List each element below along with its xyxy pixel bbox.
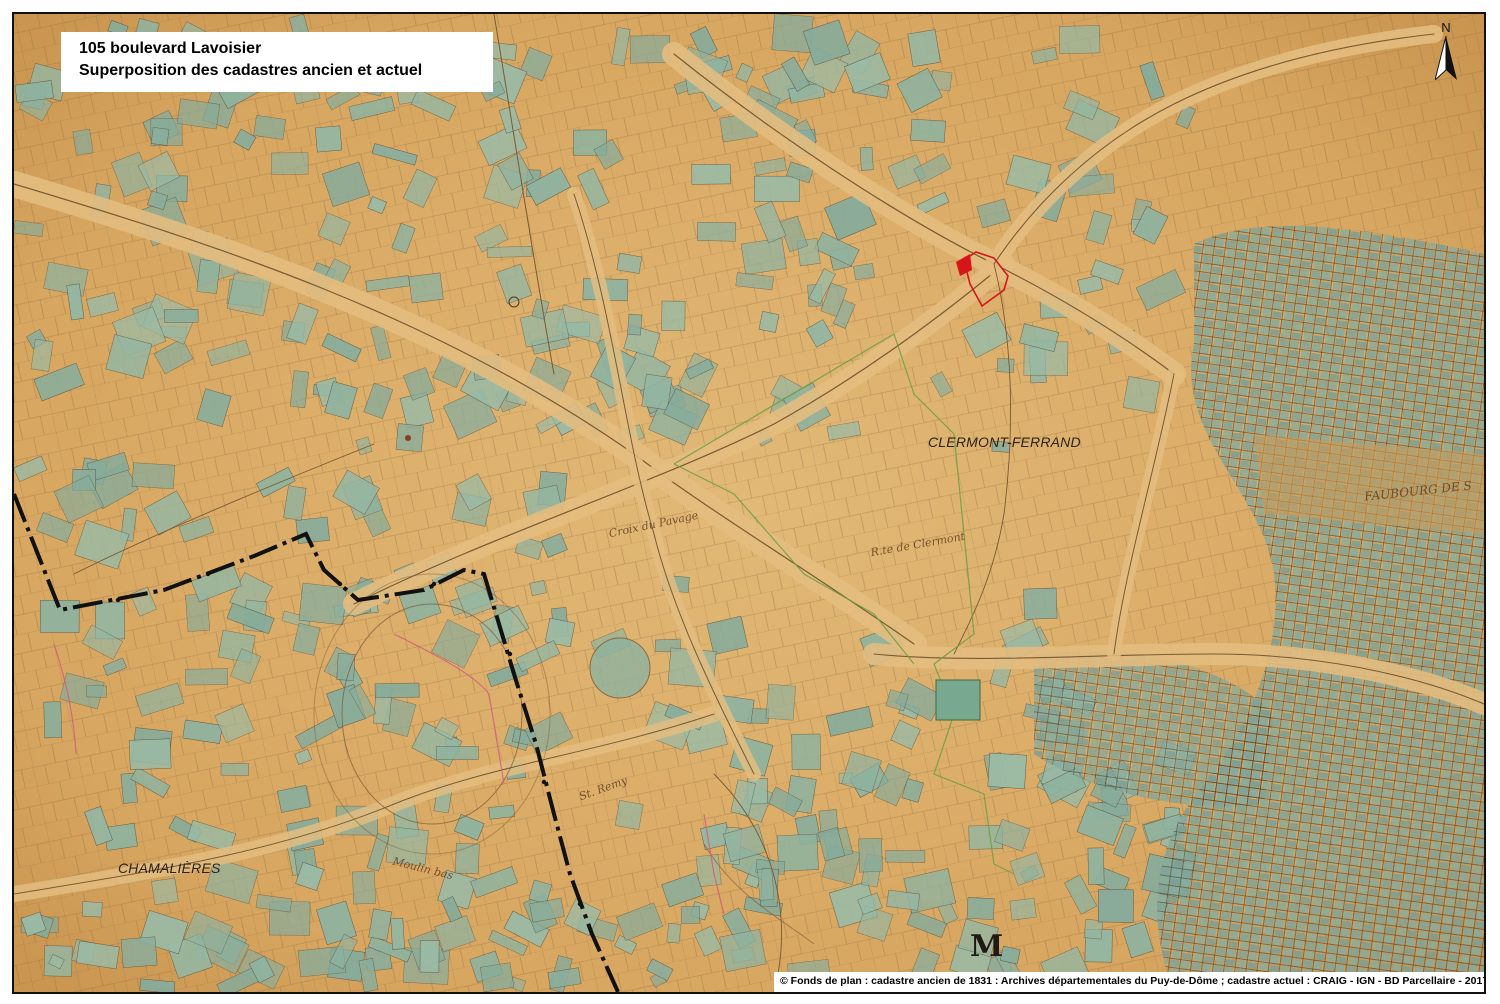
- building: [390, 917, 405, 950]
- building: [966, 897, 995, 920]
- place-label-clermont: CLERMONT-FERRAND: [928, 434, 1081, 450]
- building: [791, 733, 821, 770]
- building: [616, 252, 643, 274]
- building: [86, 685, 107, 698]
- building: [419, 940, 440, 973]
- building: [666, 922, 682, 944]
- building: [151, 877, 179, 906]
- building: [1122, 375, 1161, 414]
- title-box: 105 boulevard Lavoisier Superposition de…: [61, 32, 493, 92]
- title-line-2: Superposition des cadastres ancien et ac…: [79, 62, 423, 79]
- building: [910, 118, 946, 143]
- north-letter: N: [1441, 20, 1451, 35]
- building: [754, 175, 800, 202]
- building: [641, 373, 673, 411]
- building: [408, 272, 444, 304]
- building: [120, 936, 158, 968]
- building: [150, 127, 170, 146]
- building: [765, 683, 796, 721]
- building: [271, 152, 309, 175]
- building: [757, 868, 775, 901]
- building: [314, 125, 343, 153]
- building: [695, 854, 722, 888]
- north-arrow-icon: [1435, 36, 1457, 80]
- building: [680, 906, 701, 924]
- metro-symbol: M: [970, 929, 1004, 964]
- building: [489, 42, 517, 61]
- building: [352, 870, 376, 905]
- building: [72, 128, 94, 156]
- building: [185, 668, 229, 686]
- north-arrow: N: [1428, 20, 1464, 84]
- building: [859, 146, 874, 171]
- building: [220, 762, 250, 776]
- building: [253, 114, 287, 140]
- map-frame: 105 boulevard Lavoisier Superposition de…: [12, 12, 1486, 994]
- building: [858, 837, 883, 873]
- building: [163, 308, 199, 323]
- building: [907, 29, 941, 68]
- building: [176, 98, 221, 130]
- title-line-1: 105 boulevard Lavoisier: [79, 40, 262, 57]
- building: [295, 516, 330, 544]
- place-label-chamalieres: CHAMALIÈRES: [118, 860, 221, 876]
- building: [1097, 889, 1134, 923]
- cadastre-map[interactable]: [14, 14, 1484, 992]
- building: [479, 962, 515, 992]
- building: [661, 300, 686, 332]
- building: [298, 582, 348, 626]
- building: [627, 313, 643, 336]
- building: [1009, 897, 1037, 921]
- building: [987, 752, 1027, 789]
- building: [758, 311, 780, 333]
- credits-box: © Fonds de plan : cadastre ancien de 183…: [774, 972, 1484, 992]
- building: [996, 358, 1015, 373]
- building: [691, 163, 731, 185]
- building: [43, 701, 63, 739]
- building: [529, 580, 547, 596]
- building: [1023, 587, 1058, 620]
- building: [1059, 25, 1101, 55]
- building: [131, 462, 176, 490]
- building: [740, 237, 787, 275]
- building: [1087, 847, 1105, 885]
- building: [435, 746, 479, 760]
- building: [196, 259, 221, 295]
- building: [486, 245, 533, 258]
- building: [374, 682, 420, 699]
- building: [336, 653, 356, 681]
- building: [614, 799, 644, 831]
- building: [128, 738, 172, 771]
- building: [81, 901, 103, 918]
- building: [885, 850, 926, 863]
- green-square: [935, 679, 981, 721]
- building: [488, 804, 516, 820]
- building: [719, 928, 767, 973]
- building: [853, 263, 875, 281]
- building: [696, 221, 737, 242]
